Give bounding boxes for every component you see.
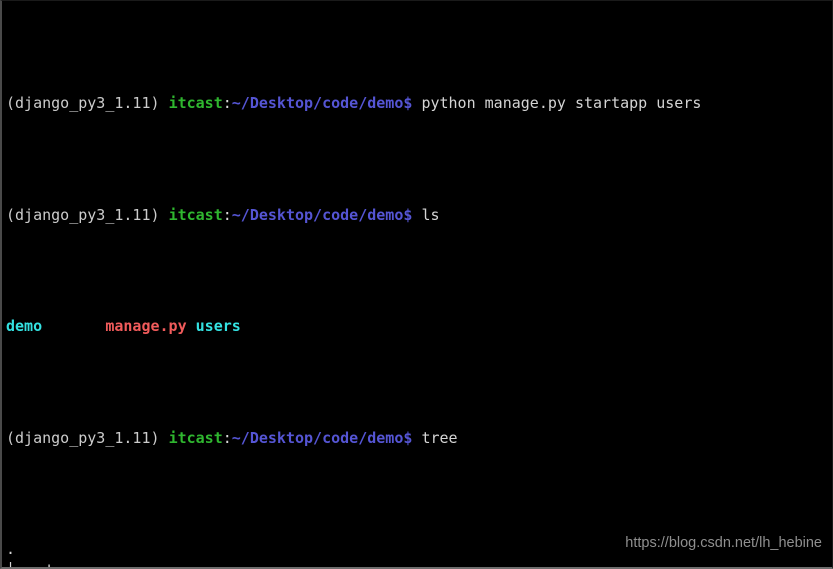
command-startapp: python manage.py startapp users xyxy=(421,94,702,113)
terminal-line-command-ls: (django_py3_1.11) itcast:~/Desktop/code/… xyxy=(6,204,832,226)
terminal-line-command-tree: (django_py3_1.11) itcast:~/Desktop/code/… xyxy=(6,427,832,449)
prompt-user-host: itcast xyxy=(168,94,223,113)
ls-entry-manage-py: manage.py xyxy=(105,317,187,336)
prompt-user-host: itcast xyxy=(168,205,223,224)
watermark-url: https://blog.csdn.net/lh_hebine xyxy=(625,534,822,551)
terminal-window[interactable]: (django_py3_1.11) itcast:~/Desktop/code/… xyxy=(0,0,833,569)
prompt-user-host: itcast xyxy=(168,428,223,447)
prompt-path: ~/Desktop/code/demo$ xyxy=(231,428,413,447)
prompt-separator: : xyxy=(222,205,232,224)
prompt-venv: (django_py3_1.11) xyxy=(6,205,160,224)
ls-space xyxy=(187,317,196,335)
terminal-screen[interactable]: (django_py3_1.11) itcast:~/Desktop/code/… xyxy=(2,1,832,567)
terminal-line-ls-output: demo manage.py users xyxy=(6,315,832,337)
ls-entry-demo: demo xyxy=(6,317,43,336)
prompt-separator: : xyxy=(222,428,232,447)
terminal-line-command-startapp: (django_py3_1.11) itcast:~/Desktop/code/… xyxy=(6,92,832,114)
prompt-venv: (django_py3_1.11) xyxy=(6,428,160,447)
prompt-venv: (django_py3_1.11) xyxy=(6,94,160,113)
command-ls: ls xyxy=(421,205,440,224)
command-tree: tree xyxy=(421,428,458,447)
ls-gap xyxy=(42,317,105,335)
prompt-separator: : xyxy=(222,94,232,113)
prompt-path: ~/Desktop/code/demo$ xyxy=(231,94,413,113)
prompt-path: ~/Desktop/code/demo$ xyxy=(231,205,413,224)
tree-line: ├── demo xyxy=(6,560,832,567)
ls-entry-users: users xyxy=(195,317,241,336)
